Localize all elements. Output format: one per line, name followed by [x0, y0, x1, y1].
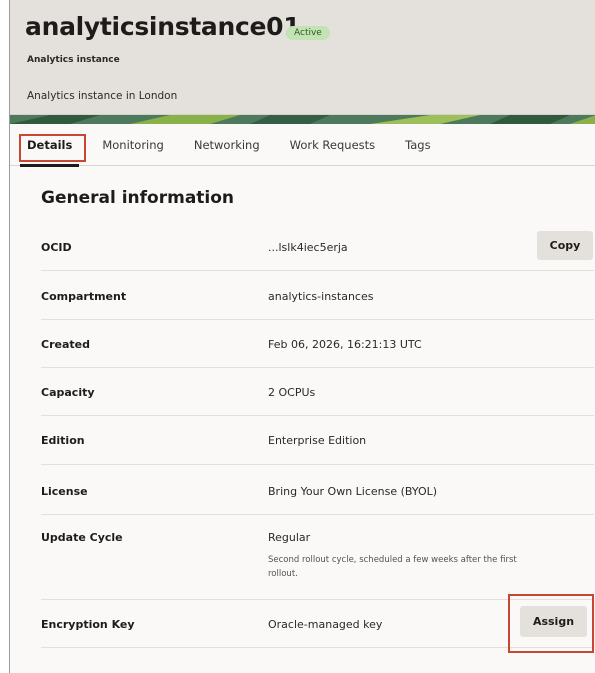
capacity-row: Capacity 2 OCPUs: [41, 368, 594, 416]
ocid-label: OCID: [41, 241, 72, 254]
tab-tags[interactable]: Tags: [405, 132, 430, 158]
decorative-banner: [10, 115, 595, 124]
capacity-value: 2 OCPUs: [268, 386, 316, 399]
encryption-key-label: Encryption Key: [41, 618, 135, 631]
details-page: analyticsinstance01 Active Analytics ins…: [9, 0, 595, 673]
update-cycle-row: Update Cycle Regular Second rollout cycl…: [41, 515, 594, 600]
update-cycle-label: Update Cycle: [41, 531, 123, 544]
created-value: Feb 06, 2026, 16:21:13 UTC: [268, 338, 422, 351]
edition-value: Enterprise Edition: [268, 434, 367, 447]
license-label: License: [41, 485, 88, 498]
license-value: Bring Your Own License (BYOL): [268, 485, 438, 498]
capacity-label: Capacity: [41, 386, 95, 399]
resource-description: Analytics instance in London: [27, 90, 178, 102]
compartment-label: Compartment: [41, 290, 127, 303]
edition-label: Edition: [41, 434, 85, 447]
details-tab-highlight: [19, 134, 86, 162]
page-title: analyticsinstance01: [25, 12, 301, 41]
page-header: analyticsinstance01 Active Analytics ins…: [10, 0, 595, 115]
created-row: Created Feb 06, 2026, 16:21:13 UTC: [41, 320, 594, 368]
resource-type-label: Analytics instance: [27, 55, 120, 65]
tab-bar: Details Monitoring Networking Work Reque…: [10, 124, 595, 167]
tab-networking[interactable]: Networking: [194, 132, 260, 158]
copy-button[interactable]: Copy: [537, 231, 593, 260]
edition-row: Edition Enterprise Edition: [41, 416, 594, 465]
license-row: License Bring Your Own License (BYOL): [41, 465, 594, 515]
tab-work-requests[interactable]: Work Requests: [290, 132, 375, 158]
compartment-value: analytics-instances: [268, 290, 374, 303]
created-label: Created: [41, 338, 90, 351]
tab-monitoring[interactable]: Monitoring: [102, 132, 164, 158]
ocid-row: OCID ...lslk4iec5erja Copy: [41, 225, 594, 271]
compartment-row: Compartment analytics-instances: [41, 271, 594, 320]
update-cycle-note: Second rollout cycle, scheduled a few we…: [268, 555, 517, 579]
encryption-key-value: Oracle-managed key: [268, 618, 383, 631]
section-title: General information: [41, 188, 235, 208]
update-cycle-value: Regular: [268, 531, 311, 544]
ocid-value: ...lslk4iec5erja: [268, 241, 348, 254]
status-badge: Active: [286, 26, 330, 40]
assign-button-highlight: [508, 594, 594, 653]
